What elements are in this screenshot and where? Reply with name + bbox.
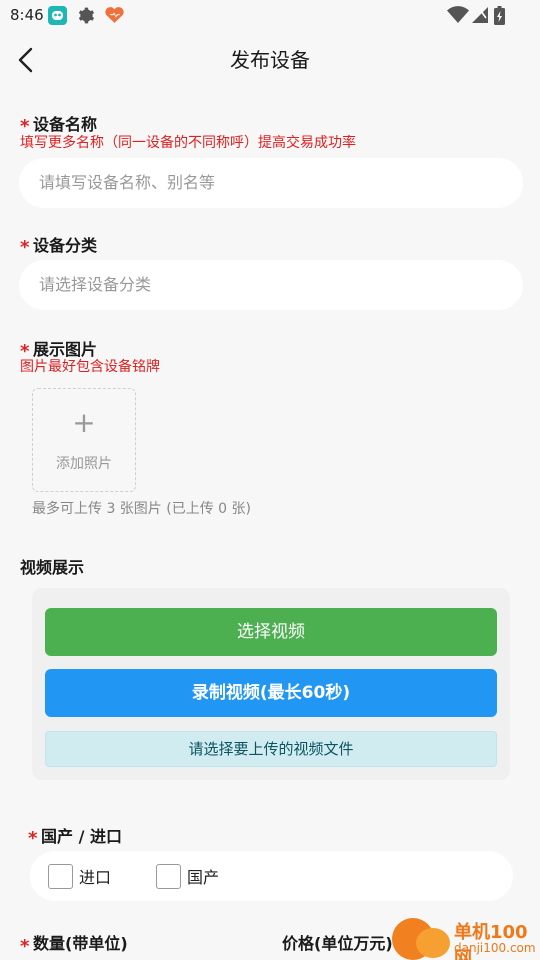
- video-label: 视频展示: [20, 558, 85, 577]
- required-mark: *: [20, 237, 30, 258]
- option-domestic-label: 国产: [187, 868, 220, 887]
- origin-options: 进口 国产: [30, 851, 513, 901]
- heart-app-icon: [104, 6, 125, 24]
- app-icon: [48, 6, 67, 25]
- add-photo-label: 添加照片: [56, 456, 112, 472]
- video-status-message: 请选择要上传的视频文件: [45, 731, 497, 767]
- device-name-input[interactable]: 请填写设备名称、别名等: [19, 158, 523, 208]
- import-checkbox[interactable]: [48, 863, 73, 889]
- option-import-label: 进口: [79, 868, 112, 887]
- device-name-hint: 填写更多名称（同一设备的不同称呼）提高交易成功率: [20, 135, 356, 151]
- device-category-select[interactable]: 请选择设备分类: [19, 260, 523, 310]
- watermark-subtitle: danji100.com: [454, 941, 536, 955]
- device-category-label: 设备分类: [33, 236, 98, 255]
- required-mark: *: [28, 828, 38, 849]
- page-title: 发布设备: [230, 48, 310, 72]
- status-time: 8:46: [10, 6, 44, 24]
- add-photo-button[interactable]: + 添加照片: [32, 388, 136, 492]
- option-domestic[interactable]: 国产: [156, 863, 219, 889]
- origin-label: 国产 / 进口: [41, 827, 122, 846]
- upload-count-note: 最多可上传 3 张图片 (已上传 0 张): [32, 501, 251, 517]
- domestic-checkbox[interactable]: [156, 863, 181, 889]
- plus-icon: +: [72, 406, 96, 439]
- quantity-label: 数量(带单位): [33, 934, 128, 953]
- price-label: 价格(单位万元): [282, 934, 393, 953]
- record-video-button[interactable]: 录制视频(最长60秒): [45, 669, 497, 717]
- select-video-button[interactable]: 选择视频: [45, 608, 497, 656]
- site-watermark: 单机100网 danji100.com: [392, 916, 540, 960]
- gear-icon: [76, 6, 95, 24]
- video-card: 选择视频 录制视频(最长60秒) 请选择要上传的视频文件: [32, 588, 510, 780]
- wifi-icon: [447, 6, 469, 24]
- app-header: 发布设备: [0, 30, 540, 90]
- images-hint: 图片最好包含设备铭牌: [20, 359, 160, 375]
- required-mark: *: [20, 936, 30, 957]
- option-import[interactable]: 进口: [48, 863, 111, 889]
- battery-icon: [494, 6, 505, 25]
- status-bar: 8:46: [0, 0, 540, 30]
- signal-icon: [472, 6, 488, 24]
- watermark-logo-secondary: [416, 928, 450, 958]
